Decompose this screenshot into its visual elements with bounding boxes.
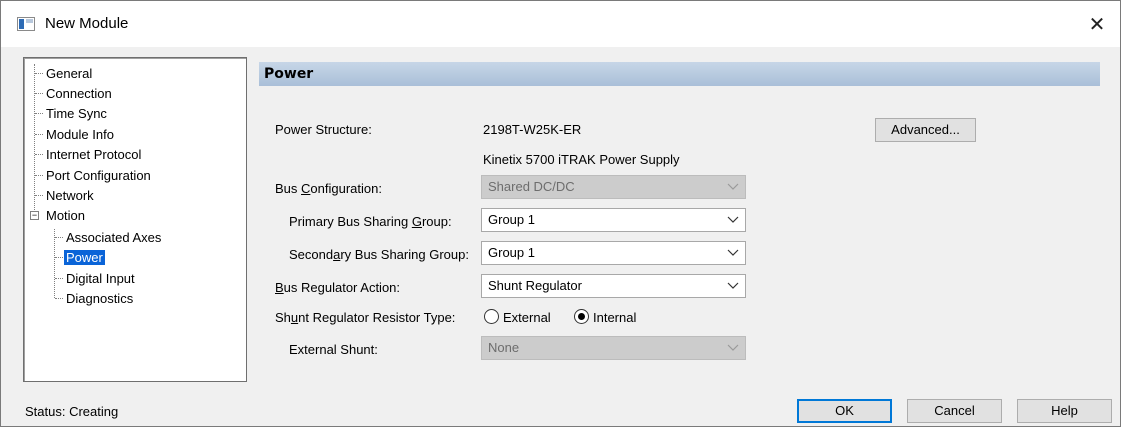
tree-connector [35,93,43,94]
tree-item-digital-input[interactable]: Digital Input [64,270,137,287]
new-module-dialog: New Module ✕ General Connection Time Syn… [0,0,1121,427]
close-icon[interactable]: ✕ [1074,1,1120,47]
tree-item-time-sync[interactable]: Time Sync [44,105,109,122]
chevron-down-icon [727,282,739,289]
tree-item-label: Network [46,188,94,203]
tree-connector [35,175,43,176]
bus-regulator-action-select[interactable]: Shunt Regulator [481,274,746,298]
external-shunt-label: External Shunt: [289,342,378,357]
tree-item-label: Internet Protocol [46,147,142,162]
tree-connector [35,73,43,74]
tree-item-port-configuration[interactable]: Port Configuration [44,167,153,184]
tree-item-general[interactable]: General [44,65,94,82]
tree-item-diagnostics[interactable]: Diagnostics [64,290,135,307]
internal-radio-label[interactable]: Internal [593,310,636,325]
bus-configuration-value: Shared DC/DC [488,179,575,194]
tree-item-power[interactable]: Power [64,249,105,266]
chevron-down-icon [727,344,739,351]
tree-connector [34,64,35,214]
bus-configuration-select: Shared DC/DC [481,175,746,199]
tree-connector [35,134,43,135]
tree-item-label: Diagnostics [66,291,134,306]
tree-connector [35,154,43,155]
tree-item-label: General [46,66,93,81]
power-structure-description: Kinetix 5700 iTRAK Power Supply [483,152,680,167]
category-tree[interactable]: General Connection Time Sync Module Info… [23,57,247,382]
tree-item-label: Time Sync [46,106,107,121]
tree-item-associated-axes[interactable]: Associated Axes [64,229,163,246]
advanced-button[interactable]: Advanced... [875,118,976,142]
tree-item-label: Module Info [46,127,114,142]
status-text: Status: Creating [25,404,119,419]
bus-regulator-action-label: Bus Regulator Action: [275,280,401,295]
tree-item-network[interactable]: Network [44,187,96,204]
tree-item-internet-protocol[interactable]: Internet Protocol [44,146,143,163]
chevron-down-icon [727,183,739,190]
chevron-down-icon [727,216,739,223]
tree-item-label: Motion [46,208,86,223]
tree-item-label: Port Configuration [46,168,151,183]
tree-connector [35,113,43,114]
external-radio-label[interactable]: External [503,310,551,325]
primary-bus-sharing-group-label: Primary Bus Sharing Group: [289,214,452,229]
power-structure-label: Power Structure: [275,122,372,137]
bus-configuration-label: Bus Configuration: [275,181,382,196]
ok-button[interactable]: OK [797,399,892,423]
tree-item-motion[interactable]: Motion [44,207,87,224]
bus-regulator-action-value: Shunt Regulator [488,278,582,293]
power-structure-value: 2198T-W25K-ER [483,122,582,137]
title-bar: New Module ✕ [1,1,1120,47]
primary-bus-sharing-group-value: Group 1 [488,212,535,227]
tree-item-label: Associated Axes [66,230,162,245]
module-icon [17,17,35,31]
tree-item-label: Digital Input [66,271,135,286]
tree-item-connection[interactable]: Connection [44,85,114,102]
secondary-bus-sharing-group-value: Group 1 [488,245,535,260]
window-title: New Module [45,15,129,32]
secondary-bus-sharing-group-label: Secondary Bus Sharing Group: [289,247,469,262]
primary-bus-sharing-group-select[interactable]: Group 1 [481,208,746,232]
section-title: Power [259,62,1100,86]
tree-connector [55,298,63,299]
tree-connector [35,195,43,196]
tree-item-module-info[interactable]: Module Info [44,126,116,143]
tree-item-label: Power [64,250,105,265]
tree-connector [54,229,55,298]
tree-connector [55,278,63,279]
external-shunt-value: None [488,340,520,355]
external-shunt-select: None [481,336,746,360]
secondary-bus-sharing-group-select[interactable]: Group 1 [481,241,746,265]
collapse-icon[interactable]: − [30,211,39,220]
tree-connector [55,257,63,258]
tree-connector [55,237,63,238]
help-button[interactable]: Help [1017,399,1112,423]
tree-item-label: Connection [46,86,112,101]
shunt-regulator-resistor-type-label: Shunt Regulator Resistor Type: [275,310,456,325]
internal-radio[interactable] [574,309,589,324]
external-radio[interactable] [484,309,499,324]
chevron-down-icon [727,249,739,256]
cancel-button[interactable]: Cancel [907,399,1002,423]
